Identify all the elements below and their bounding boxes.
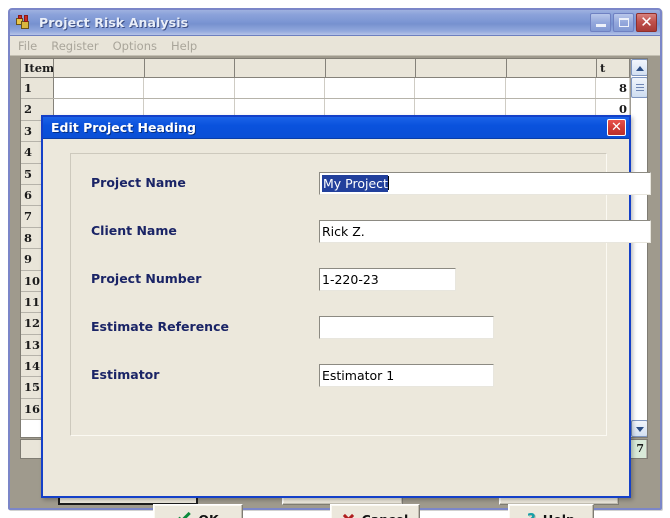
client-name-label: Client Name	[91, 223, 177, 238]
scroll-thumb[interactable]	[631, 77, 647, 98]
red-x-icon	[342, 513, 355, 518]
field-row-project-number: Project Number 1-220-23	[71, 268, 606, 292]
row-number: 1	[21, 78, 54, 99]
scroll-down-icon	[636, 427, 644, 432]
grid-header-total[interactable]: t	[597, 59, 630, 77]
project-number-input[interactable]: 1-220-23	[319, 268, 456, 291]
close-icon: ✕	[640, 13, 653, 31]
maximize-button[interactable]	[613, 13, 634, 32]
table-row[interactable]: 18	[21, 78, 630, 100]
green-check-icon	[177, 513, 191, 518]
application-window: Project Risk Analysis ✕ File Register Op…	[8, 8, 662, 518]
dialog-ok-label: OK	[198, 512, 218, 518]
scroll-down-button[interactable]	[631, 420, 647, 437]
estimator-label: Estimator	[91, 367, 160, 382]
client-area: Item t 18203845678910111213141516	[10, 56, 660, 518]
grid-cell-total[interactable]: 8	[595, 78, 630, 99]
estimator-input[interactable]: Estimator 1	[319, 364, 494, 387]
minimize-icon	[596, 24, 606, 27]
grid-header-col-6[interactable]	[506, 59, 597, 77]
grid-header-col-2[interactable]	[144, 59, 235, 77]
project-name-value: My Project	[322, 175, 388, 192]
grid-vertical-scrollbar[interactable]	[630, 59, 647, 437]
dialog-close-button[interactable]: ✕	[607, 119, 626, 136]
field-row-estimate-reference: Estimate Reference	[71, 316, 606, 340]
text-caret	[387, 176, 389, 190]
question-mark-icon: ?	[527, 512, 536, 518]
menu-item-help[interactable]: Help	[171, 39, 197, 53]
grid-cell[interactable]	[505, 78, 596, 99]
window-titlebar[interactable]: Project Risk Analysis ✕	[10, 10, 660, 36]
grid-cell[interactable]	[144, 78, 235, 99]
edit-project-heading-dialog: Edit Project Heading ✕ Project Name My P…	[41, 115, 651, 518]
estimate-reference-label: Estimate Reference	[91, 319, 229, 334]
dialog-field-panel: Project Name My Project Client Name Rick…	[70, 153, 651, 436]
dice-blocks-icon	[16, 15, 33, 30]
scroll-thumb-grip-icon	[636, 84, 644, 92]
client-name-input[interactable]: Rick Z.	[319, 220, 651, 243]
maximize-icon	[619, 18, 629, 27]
estimate-reference-input[interactable]	[319, 316, 494, 339]
grid-header-col-4[interactable]	[325, 59, 416, 77]
grid-cell[interactable]	[324, 78, 416, 99]
window-controls: ✕	[590, 13, 657, 32]
dialog-ok-button[interactable]: OK	[153, 504, 243, 518]
project-name-label: Project Name	[91, 175, 186, 190]
menu-item-register[interactable]: Register	[51, 39, 98, 53]
dialog-title: Edit Project Heading	[51, 120, 196, 135]
dialog-titlebar[interactable]: Edit Project Heading ✕	[43, 117, 629, 139]
dialog-help-button[interactable]: ? Help	[508, 504, 594, 518]
dialog-help-label: Help	[543, 512, 575, 518]
minimize-button[interactable]	[590, 13, 611, 32]
field-row-client-name: Client Name Rick Z.	[71, 220, 651, 244]
grid-header-col-5[interactable]	[416, 59, 507, 77]
dialog-cancel-label: Cancel	[362, 512, 409, 518]
menu-item-options[interactable]: Options	[113, 39, 157, 53]
grid-cell[interactable]	[54, 78, 145, 99]
grid-header-col-3[interactable]	[235, 59, 326, 77]
field-row-project-name: Project Name My Project	[71, 172, 651, 196]
field-row-estimator: Estimator Estimator 1	[71, 364, 606, 388]
scroll-up-icon	[636, 66, 644, 71]
grid-header-item[interactable]: Item	[21, 59, 54, 77]
window-title: Project Risk Analysis	[39, 15, 189, 30]
grid-header-col-1[interactable]	[54, 59, 145, 77]
dialog-cancel-button[interactable]: Cancel	[330, 504, 420, 518]
project-name-input[interactable]: My Project	[319, 172, 651, 195]
desktop-background: Project Risk Analysis ✕ File Register Op…	[0, 0, 670, 518]
menu-item-file[interactable]: File	[18, 39, 37, 53]
grid-header-row: Item t	[21, 59, 630, 78]
grid-cell[interactable]	[415, 78, 506, 99]
scroll-up-button[interactable]	[631, 59, 647, 76]
window-close-button[interactable]: ✕	[636, 13, 657, 32]
grid-cell[interactable]	[234, 78, 325, 99]
project-number-label: Project Number	[91, 271, 202, 286]
menu-bar: File Register Options Help	[10, 36, 660, 56]
